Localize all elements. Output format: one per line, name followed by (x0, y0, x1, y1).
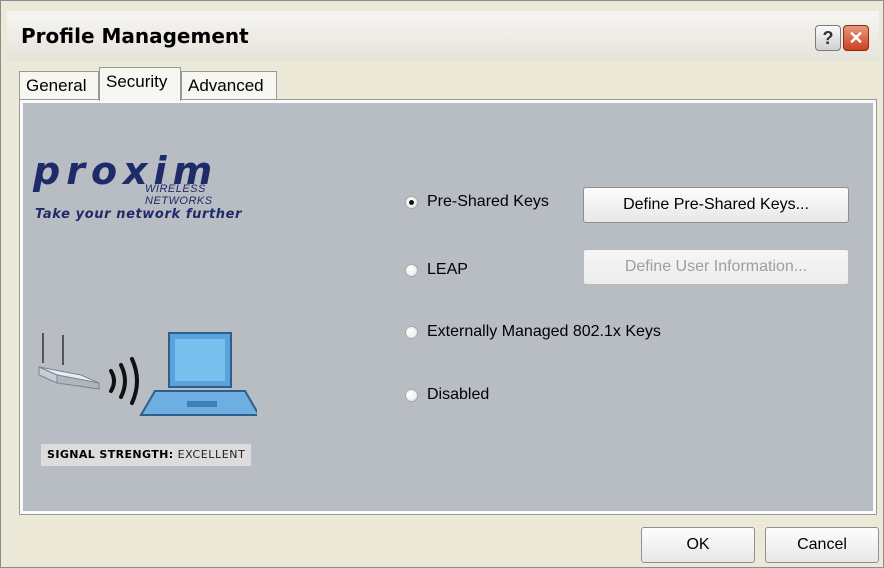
define-pre-shared-keys-button[interactable]: Define Pre-Shared Keys... (583, 187, 849, 223)
signal-waves-icon (109, 357, 139, 405)
window-title: Profile Management (21, 24, 249, 48)
radio-label-externally-managed: Externally Managed 802.1x Keys (427, 323, 661, 340)
radio-label-disabled: Disabled (427, 386, 490, 403)
radio-leap[interactable]: LEAP (405, 259, 468, 281)
brand-tagline: Take your network further (35, 207, 243, 222)
router-icon (38, 333, 100, 390)
radio-indicator[interactable] (405, 325, 418, 339)
radio-externally-managed[interactable]: Externally Managed 802.1x Keys (405, 321, 661, 343)
laptop-icon (139, 332, 257, 416)
title-bar[interactable]: Profile Management ? ✕ (7, 11, 879, 61)
radio-indicator[interactable] (405, 263, 418, 277)
radio-label-leap: LEAP (427, 261, 468, 278)
wireless-illustration (38, 332, 257, 416)
define-user-information-button[interactable]: Define User Information... (583, 249, 849, 285)
help-button[interactable]: ? (815, 25, 841, 51)
signal-strength-indicator: SIGNAL STRENGTH: EXCELLENT (41, 444, 252, 466)
signal-strength-value: EXCELLENT (177, 448, 246, 461)
profile-management-window: Profile Management ? ✕ General Security … (0, 0, 884, 568)
cancel-button[interactable]: Cancel (765, 527, 879, 563)
close-button[interactable]: ✕ (843, 25, 869, 51)
radio-disabled[interactable]: Disabled (405, 384, 489, 406)
radio-indicator[interactable] (405, 388, 418, 402)
tab-advanced[interactable]: Advanced (181, 71, 277, 99)
radio-pre-shared-keys[interactable]: Pre-Shared Keys (405, 191, 549, 213)
signal-strength-label: SIGNAL STRENGTH: (47, 448, 174, 461)
ok-button[interactable]: OK (641, 527, 755, 563)
tab-general[interactable]: General (19, 71, 99, 99)
radio-indicator-selected[interactable] (405, 195, 418, 209)
tab-security[interactable]: Security (99, 67, 181, 101)
radio-label-pre-shared-keys: Pre-Shared Keys (427, 193, 549, 210)
logo-subtitle: WIRELESS NETWORKS (145, 183, 213, 207)
